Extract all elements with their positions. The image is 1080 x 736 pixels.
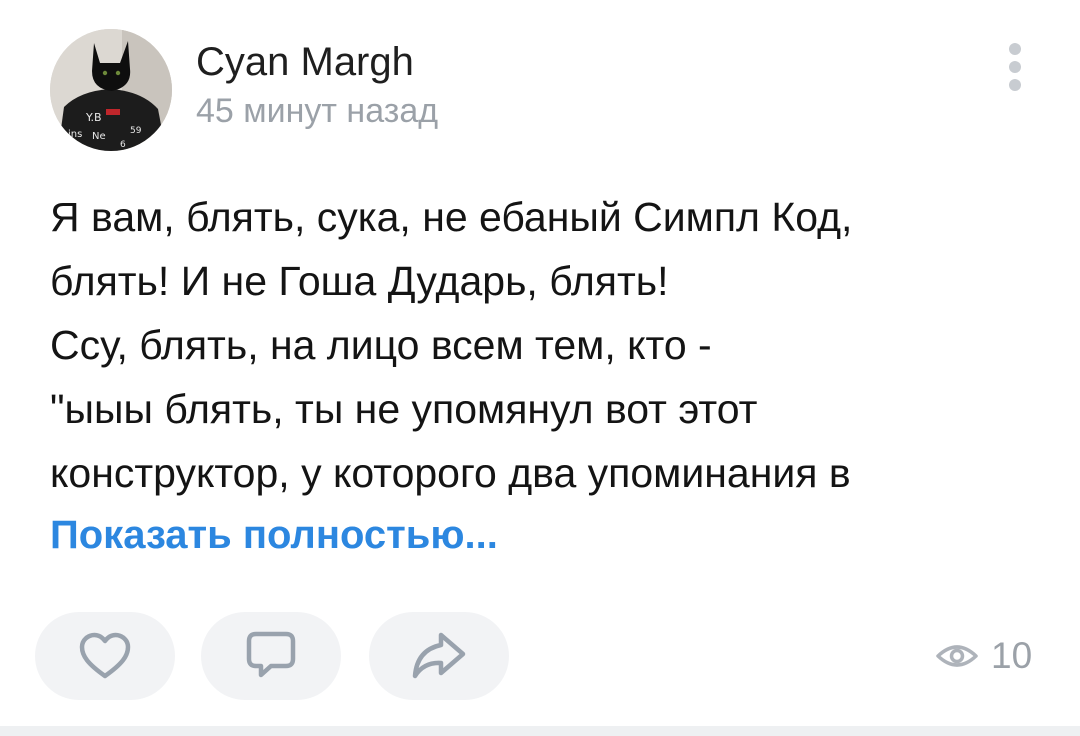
post-timestamp: 45 минут назад	[196, 92, 439, 130]
share-icon	[412, 632, 466, 679]
share-button[interactable]	[369, 612, 509, 700]
views-counter: 10	[935, 632, 1032, 680]
eye-icon	[936, 645, 978, 667]
like-button[interactable]	[35, 612, 175, 700]
svg-text:59: 59	[130, 126, 142, 136]
post-text-line: "ыыы блять, ты не упомянул вот этот	[50, 386, 758, 432]
comment-button[interactable]	[201, 612, 341, 700]
more-options-icon[interactable]	[996, 36, 1036, 98]
post-card: Y.B ins Ne 59 6 Cyan Margh 45 минут наза…	[0, 0, 1080, 736]
post-text-line: Я вам, блять, сука, не ебаный Симпл Код,	[50, 194, 853, 240]
svg-text:6: 6	[120, 140, 126, 150]
author-name[interactable]: Cyan Margh	[196, 40, 414, 85]
post-divider	[0, 726, 1080, 736]
svg-text:Y.B: Y.B	[85, 111, 102, 124]
post-text-line: конструктор, у которого два упоминания в	[50, 450, 851, 496]
svg-text:ins: ins	[68, 129, 82, 140]
heart-icon	[79, 632, 131, 679]
black-cat-avatar: Y.B ins Ne 59 6	[50, 29, 172, 151]
post-text-line: Ссу, блять, на лицо всем тем, кто -	[50, 322, 712, 368]
show-more-link[interactable]: Показать полностью...	[50, 513, 498, 558]
comment-icon	[246, 631, 296, 678]
post-text: Я вам, блять, сука, не ебаный Симпл Код,…	[50, 185, 1040, 505]
author-avatar[interactable]: Y.B ins Ne 59 6	[50, 29, 172, 151]
views-count: 10	[991, 635, 1033, 676]
post-text-line: блять! И не Гоша Дударь, блять!	[50, 258, 669, 304]
svg-text:Ne: Ne	[92, 131, 106, 142]
